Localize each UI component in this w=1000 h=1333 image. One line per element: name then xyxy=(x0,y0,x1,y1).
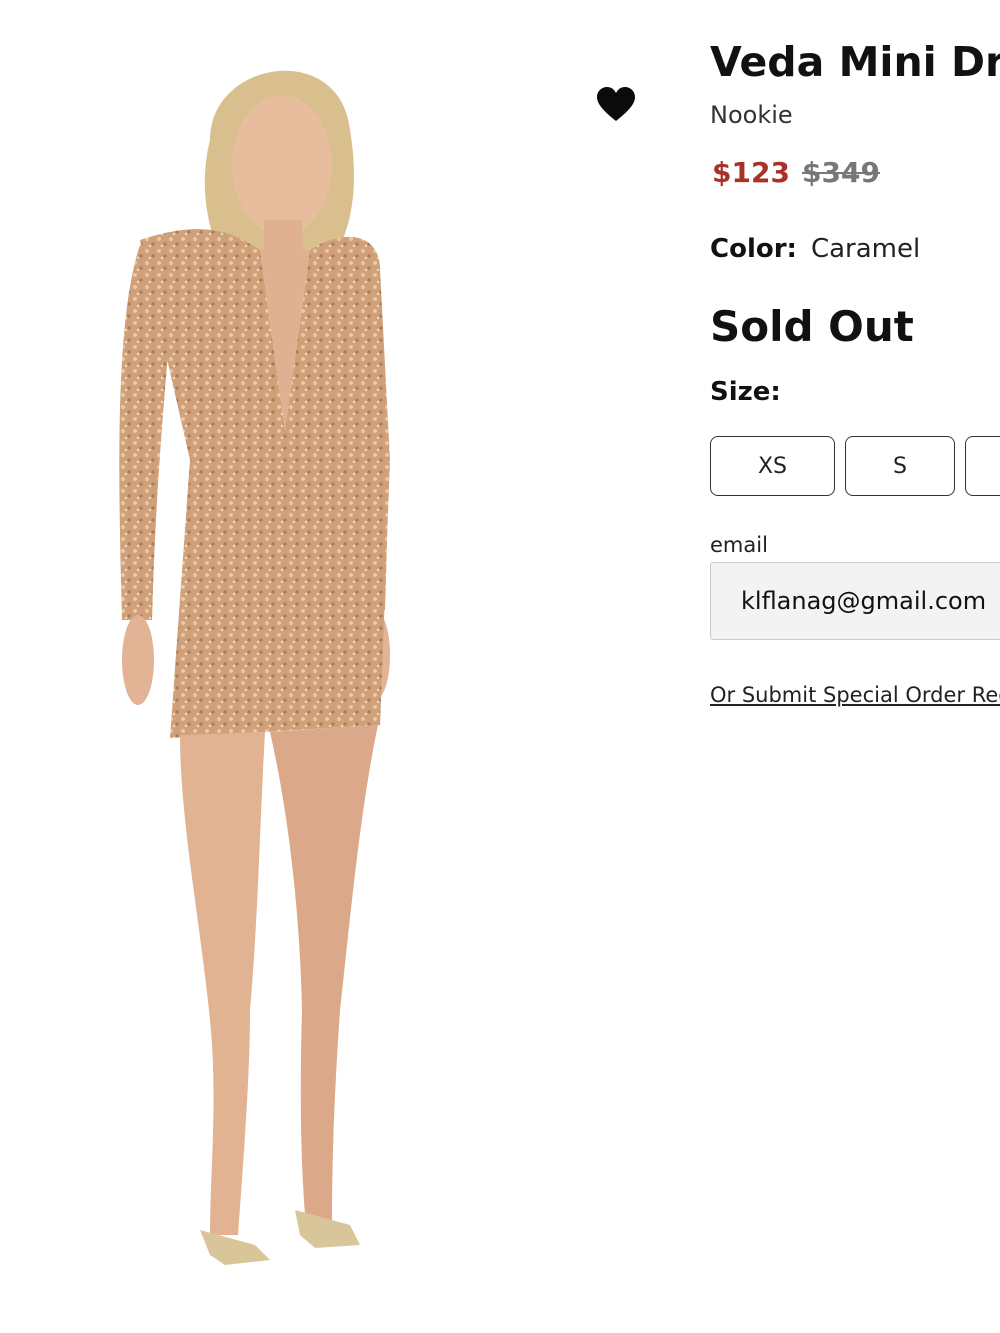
product-details: Veda Mini Dress Nookie $123 $349 Color:C… xyxy=(710,0,1000,1333)
heart-icon[interactable] xyxy=(596,86,636,122)
email-field[interactable] xyxy=(710,562,1000,640)
email-label: email xyxy=(710,533,768,557)
size-option-s[interactable]: S xyxy=(845,436,955,496)
color-row: Color: Caramel xyxy=(710,234,920,264)
size-label: Size: xyxy=(710,377,781,407)
product-title: Veda Mini Dress xyxy=(710,38,1000,86)
color-label: Color: xyxy=(710,234,797,264)
size-option-xs[interactable]: XS xyxy=(710,436,835,496)
special-order-link[interactable]: Or Submit Special Order Request xyxy=(710,683,1000,707)
product-image xyxy=(119,70,390,1265)
color-value: Caramel xyxy=(810,234,921,264)
sale-price: $123 xyxy=(712,156,790,189)
product-brand[interactable]: Nookie xyxy=(710,101,793,129)
sold-out-status: Sold Out xyxy=(710,302,914,351)
original-price: $349 xyxy=(802,156,880,189)
size-option-m[interactable]: M xyxy=(965,436,1000,496)
